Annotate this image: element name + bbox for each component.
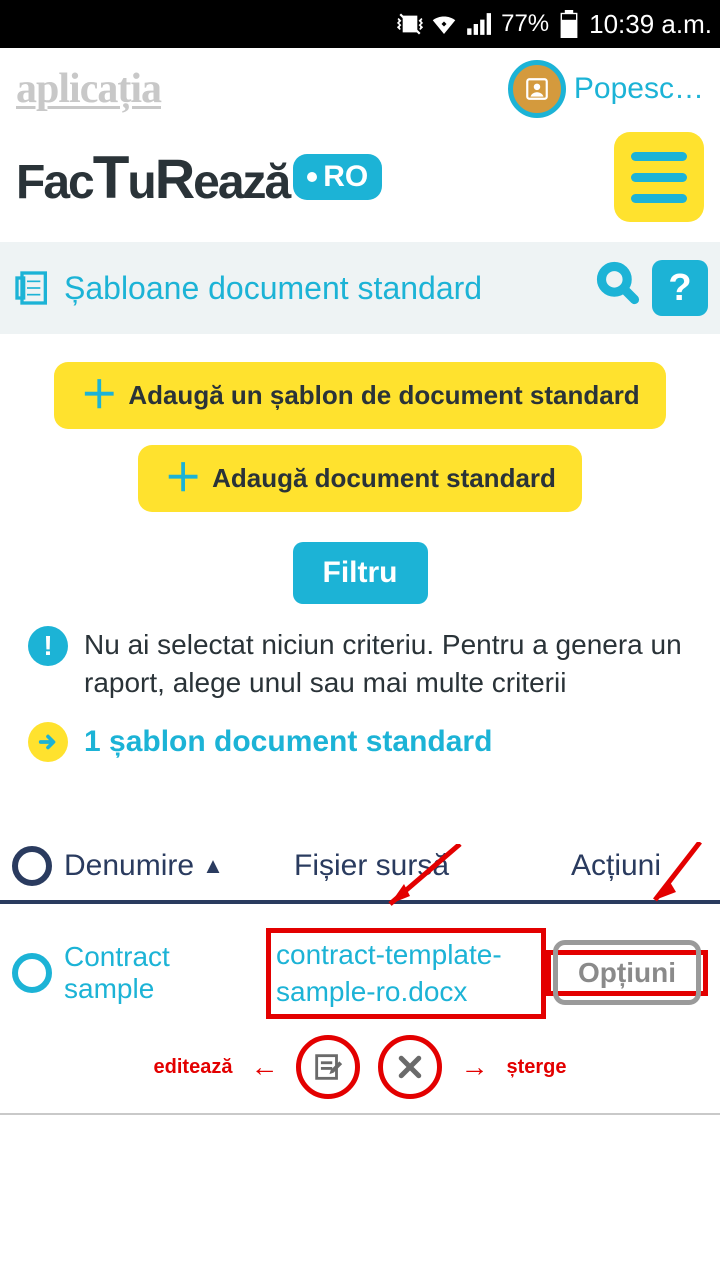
filter-button[interactable]: Filtru [293,542,428,604]
brand-logo: FacTuRează RO [16,143,382,212]
table-header: Denumire ▲ Fișier sursă Acțiuni [0,832,720,904]
row-actions: editează ← → șterge [0,1029,720,1115]
annotation-highlight: Opțiuni [546,950,708,996]
templates-icon [12,268,52,308]
result-count-row: 1 șablon document standard [0,712,720,772]
annotation-arrow-right: → [460,1051,488,1083]
table-row: Contract sample contract-template-sample… [0,904,720,1030]
annotation-highlight: contract-template-sample-ro.docx [266,928,546,1020]
status-icons [397,11,491,37]
help-button[interactable]: ? [652,260,708,316]
arrow-right-icon [28,722,68,762]
col-name[interactable]: Denumire ▲ [64,849,294,883]
result-count-text: 1 șablon document standard [84,722,492,762]
info-no-criteria-text: Nu ai selectat niciun criteriu. Pentru a… [84,626,692,702]
col-name-label: Denumire [64,849,194,883]
battery-icon [559,10,579,38]
brand-badge-text: RO [323,160,368,194]
cell-name[interactable]: Contract sample [64,941,266,1005]
wifi-icon [429,11,459,37]
android-status-bar: 77% 10:39 a.m. [0,0,720,48]
info-no-criteria: ! Nu ai selectat niciun criteriu. Pentru… [0,616,720,712]
add-template-label: Adaugă un șablon de document standard [128,380,639,411]
annotation-edit-label: editează [154,1056,233,1079]
delete-icon[interactable] [378,1035,442,1099]
add-document-label: Adaugă document standard [212,463,556,494]
search-icon[interactable] [596,261,640,315]
avatar-icon [508,60,566,118]
clock: 10:39 a.m. [589,9,712,40]
battery-pct: 77% [501,10,549,38]
annotation-arrow [380,844,480,914]
add-template-button[interactable]: ＋ Adaugă un șablon de document standard [54,362,665,429]
app-tag: aplicația [16,65,161,113]
cell-file[interactable]: contract-template-sample-ro.docx [276,936,536,1012]
alert-icon: ! [28,626,68,666]
user-menu[interactable]: Popesc… [508,60,704,118]
templates-table: Denumire ▲ Fișier sursă Acțiuni Contract… [0,832,720,1116]
hamburger-menu[interactable] [614,132,704,222]
annotation-delete-label: șterge [506,1056,566,1079]
add-document-button[interactable]: ＋ Adaugă document standard [138,445,582,512]
row-radio[interactable] [12,953,52,993]
user-name: Popesc… [574,72,704,106]
signal-icon [465,11,491,37]
app-header: aplicația Popesc… FacTuRează RO [0,48,720,242]
vibrate-off-icon [397,11,423,37]
edit-icon[interactable] [296,1035,360,1099]
sort-asc-icon: ▲ [202,853,224,879]
options-button[interactable]: Opțiuni [553,940,701,1005]
page-title-bar: Șabloane document standard ? [0,242,720,334]
select-all-radio[interactable] [12,846,52,886]
page-title: Șabloane document standard [64,270,584,307]
annotation-arrow [640,842,710,912]
annotation-arrow-left: ← [250,1051,278,1083]
